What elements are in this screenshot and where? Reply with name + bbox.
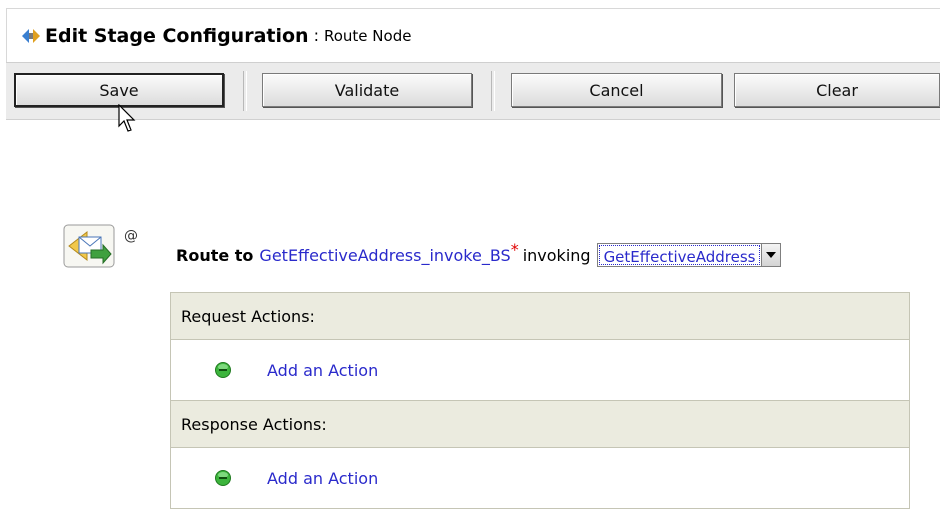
at-sign-marker: @ xyxy=(124,228,138,244)
response-actions-body: Add an Action xyxy=(170,447,910,509)
request-actions-label: Request Actions: xyxy=(181,306,315,326)
save-button[interactable]: Save xyxy=(14,73,224,107)
response-add-action-link[interactable]: Add an Action xyxy=(267,469,378,488)
route-to-label: Route to xyxy=(176,245,254,265)
actions-panel: Request Actions: Add an Action Response … xyxy=(170,292,910,509)
page-subtitle: Route Node xyxy=(323,26,412,45)
response-actions-label: Response Actions: xyxy=(181,414,327,434)
stage-config-icon xyxy=(21,27,41,45)
request-add-action-link[interactable]: Add an Action xyxy=(267,361,378,380)
add-action-icon[interactable] xyxy=(215,470,231,486)
chevron-down-icon[interactable] xyxy=(761,244,781,266)
request-actions-header: Request Actions: xyxy=(170,292,910,340)
operation-select-value: GetEffectiveAddress xyxy=(598,245,761,266)
request-actions-body: Add an Action xyxy=(170,339,910,401)
route-node-icon xyxy=(63,224,115,268)
operation-select[interactable]: GetEffectiveAddress xyxy=(596,243,782,267)
validate-button[interactable]: Validate xyxy=(262,73,472,107)
response-actions-header: Response Actions: xyxy=(170,400,910,448)
cancel-button[interactable]: Cancel xyxy=(511,73,722,107)
required-indicator: * xyxy=(510,239,519,259)
clear-button[interactable]: Clear xyxy=(734,73,940,107)
toolbar: Save Validate Cancel Clear xyxy=(6,62,940,120)
page-header: Edit Stage Configuration : Route Node xyxy=(6,8,940,62)
route-service-link[interactable]: GetEffectiveAddress_invoke_BS xyxy=(259,246,510,265)
title-separator: : xyxy=(313,26,319,45)
toolbar-divider xyxy=(491,71,495,111)
mouse-cursor-icon xyxy=(118,104,136,132)
invoking-label: invoking xyxy=(522,245,591,265)
route-row: Route to GetEffectiveAddress_invoke_BS *… xyxy=(176,239,782,270)
add-action-icon[interactable] xyxy=(215,362,231,378)
toolbar-divider xyxy=(243,71,247,111)
page-title: Edit Stage Configuration xyxy=(45,24,309,47)
